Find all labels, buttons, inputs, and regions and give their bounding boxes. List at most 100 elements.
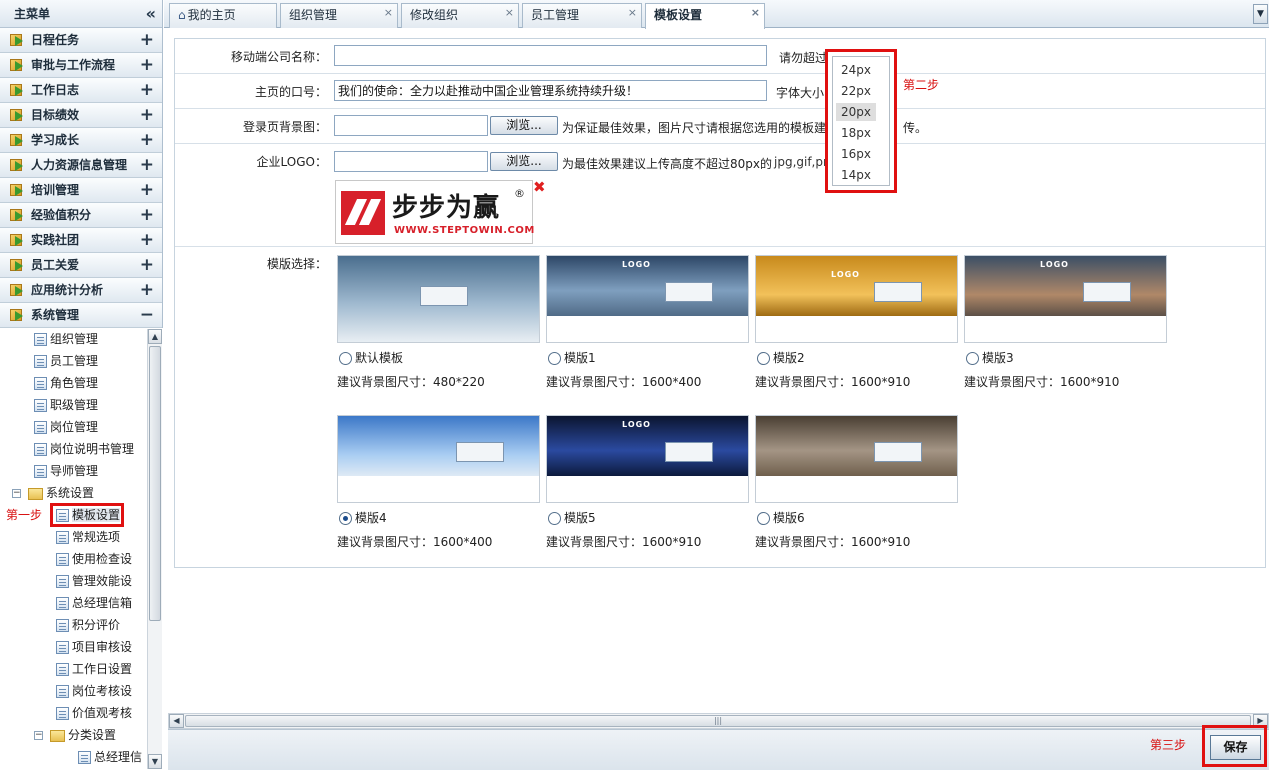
tree-item[interactable]: 岗位管理 xyxy=(34,416,98,438)
tree-item[interactable]: 职级管理 xyxy=(34,394,98,416)
expand-icon[interactable]: + xyxy=(140,53,154,77)
template-thumbnail[interactable]: LOGO xyxy=(546,415,749,503)
sidebar-item[interactable]: 系统管理 − xyxy=(0,303,162,328)
scroll-thumb[interactable]: ||| xyxy=(185,715,1251,727)
delete-logo-icon[interactable]: ✖ xyxy=(533,178,546,196)
expand-icon[interactable]: + xyxy=(140,178,154,202)
scroll-left-icon[interactable]: ◀ xyxy=(169,714,184,728)
slogan-input[interactable] xyxy=(334,80,767,101)
scroll-down-icon[interactable]: ▼ xyxy=(148,754,162,769)
tree-subitem[interactable]: 项目审核设 xyxy=(56,636,132,658)
tree-subitem[interactable]: 管理效能设 xyxy=(56,570,132,592)
tree-subitem[interactable]: 工作日设置 xyxy=(56,658,132,680)
logo-browse-button[interactable]: 浏览... xyxy=(490,152,558,171)
radio-button-icon[interactable] xyxy=(339,352,352,365)
font-size-option[interactable]: 14px xyxy=(836,166,876,184)
template-thumbnail[interactable] xyxy=(337,415,540,503)
save-button[interactable]: 保存 xyxy=(1210,735,1261,760)
close-icon[interactable]: × xyxy=(505,1,514,24)
login-bg-file-input[interactable] xyxy=(334,115,488,136)
font-size-option[interactable]: 22px xyxy=(836,82,876,100)
collapse-sidebar-icon[interactable]: « xyxy=(146,0,156,28)
font-size-option[interactable]: 18px xyxy=(836,124,876,142)
tree-subitem[interactable]: 总经理信 xyxy=(78,746,142,768)
font-size-option[interactable]: 16px xyxy=(836,145,876,163)
template-thumbnail[interactable]: LOGO xyxy=(755,255,958,343)
template-thumbnail[interactable]: LOGO xyxy=(964,255,1167,343)
tree-subitem[interactable]: 总经理信箱 xyxy=(56,592,132,614)
tree-item[interactable]: 导师管理 xyxy=(34,460,98,482)
tree-folder-system-settings[interactable]: − 系统设置 xyxy=(12,482,94,504)
expand-icon[interactable]: + xyxy=(140,78,154,102)
tree-scrollbar[interactable]: ▲ ▼ xyxy=(147,329,162,769)
close-icon[interactable]: × xyxy=(751,1,760,24)
horizontal-scrollbar[interactable]: ◀ ||| ▶ xyxy=(168,713,1269,729)
collapse-node-icon[interactable]: − xyxy=(12,489,21,498)
expand-icon[interactable]: + xyxy=(140,253,154,277)
font-size-option[interactable]: 20px xyxy=(836,103,876,121)
sidebar-item[interactable]: 日程任务 + xyxy=(0,28,162,53)
scroll-up-icon[interactable]: ▲ xyxy=(148,329,162,344)
expand-icon[interactable]: + xyxy=(140,203,154,227)
tab-employee-management[interactable]: 员工管理 × xyxy=(522,3,642,28)
expand-icon[interactable]: − xyxy=(140,303,154,327)
radio-button-icon[interactable] xyxy=(548,352,561,365)
folder-arrow-icon xyxy=(10,308,25,322)
radio-button-icon[interactable] xyxy=(548,512,561,525)
expand-icon[interactable]: + xyxy=(140,153,154,177)
logo-file-input[interactable] xyxy=(334,151,488,172)
expand-icon[interactable]: + xyxy=(140,128,154,152)
login-bg-browse-button[interactable]: 浏览... xyxy=(490,116,558,135)
font-size-option[interactable]: 24px xyxy=(836,61,876,79)
radio-button-icon[interactable] xyxy=(757,352,770,365)
scroll-thumb[interactable] xyxy=(149,346,161,621)
tree-subitem[interactable]: 常规选项 xyxy=(56,526,120,548)
collapse-node-icon[interactable]: − xyxy=(34,731,43,740)
template-radio[interactable]: 模版1 xyxy=(548,350,596,366)
sidebar-item[interactable]: 审批与工作流程 + xyxy=(0,53,162,78)
tree-subitem[interactable]: 积分评价 xyxy=(56,614,120,636)
template-radio[interactable]: 模版6 xyxy=(757,510,805,526)
template-radio[interactable]: 模版5 xyxy=(548,510,596,526)
expand-icon[interactable]: + xyxy=(140,228,154,252)
radio-button-icon[interactable] xyxy=(757,512,770,525)
mobile-name-input[interactable] xyxy=(334,45,767,66)
template-radio[interactable]: 模版4 xyxy=(339,510,387,526)
template-radio[interactable]: 模版2 xyxy=(757,350,805,366)
expand-icon[interactable]: + xyxy=(140,278,154,302)
tree-subitem[interactable]: 岗位考核设 xyxy=(56,680,132,702)
tree-subitem[interactable]: 使用检查设 xyxy=(56,548,132,570)
tab-list-dropdown-icon[interactable]: ▼ xyxy=(1253,4,1268,24)
template-radio[interactable]: 默认模板 xyxy=(339,350,403,366)
tree-item[interactable]: 岗位说明书管理 xyxy=(34,438,134,460)
tree-subitem[interactable]: 价值观考核 xyxy=(56,702,132,724)
tree-item[interactable]: 员工管理 xyxy=(34,350,98,372)
template-thumbnail[interactable] xyxy=(337,255,540,343)
sidebar-item[interactable]: 经验值积分 + xyxy=(0,203,162,228)
template-radio[interactable]: 模版3 xyxy=(966,350,1014,366)
radio-button-icon[interactable] xyxy=(339,512,352,525)
sidebar-item[interactable]: 员工关爱 + xyxy=(0,253,162,278)
sidebar-item[interactable]: 培训管理 + xyxy=(0,178,162,203)
sidebar-item[interactable]: 目标绩效 + xyxy=(0,103,162,128)
sidebar-item[interactable]: 人力资源信息管理 + xyxy=(0,153,162,178)
expand-icon[interactable]: + xyxy=(140,103,154,127)
tree-item[interactable]: 组织管理 xyxy=(34,328,98,350)
sidebar-item[interactable]: 工作日志 + xyxy=(0,78,162,103)
tab-template-settings[interactable]: 模板设置 × xyxy=(645,3,765,29)
sidebar-item[interactable]: 应用统计分析 + xyxy=(0,278,162,303)
close-icon[interactable]: × xyxy=(628,1,637,24)
tree-item[interactable]: 角色管理 xyxy=(34,372,98,394)
font-size-dropdown[interactable]: 24px 22px 20px 18px 16px 14px xyxy=(825,49,897,193)
close-icon[interactable]: × xyxy=(384,1,393,24)
tab-home[interactable]: ⌂ 我的主页 xyxy=(169,3,277,28)
expand-icon[interactable]: + xyxy=(140,28,154,52)
tab-org-management[interactable]: 组织管理 × xyxy=(280,3,398,28)
sidebar-item[interactable]: 实践社团 + xyxy=(0,228,162,253)
radio-button-icon[interactable] xyxy=(966,352,979,365)
template-thumbnail[interactable] xyxy=(755,415,958,503)
sidebar-item[interactable]: 学习成长 + xyxy=(0,128,162,153)
tree-folder-category-settings[interactable]: − 分类设置 xyxy=(34,724,116,746)
template-thumbnail[interactable]: LOGO xyxy=(546,255,749,343)
tab-edit-org[interactable]: 修改组织 × xyxy=(401,3,519,28)
